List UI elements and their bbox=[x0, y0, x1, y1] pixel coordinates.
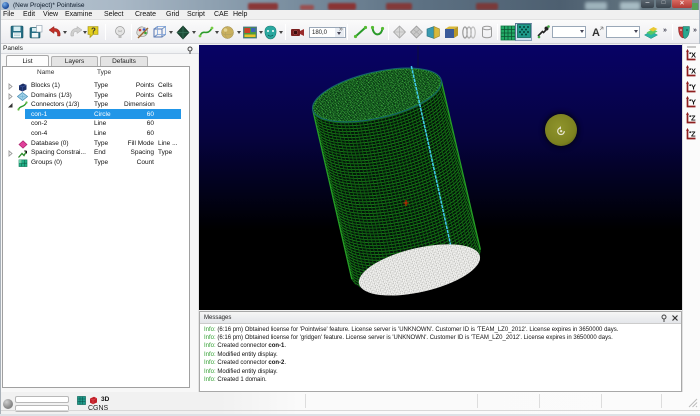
svg-text:Z: Z bbox=[691, 130, 696, 139]
svg-text:X: X bbox=[691, 51, 696, 60]
svg-text:Y: Y bbox=[691, 82, 696, 91]
svg-text:A: A bbox=[592, 27, 600, 39]
svg-text:X: X bbox=[691, 66, 696, 75]
svg-text:?: ? bbox=[91, 27, 96, 36]
svg-text:Z: Z bbox=[691, 114, 696, 123]
svg-text:Y: Y bbox=[691, 98, 696, 107]
